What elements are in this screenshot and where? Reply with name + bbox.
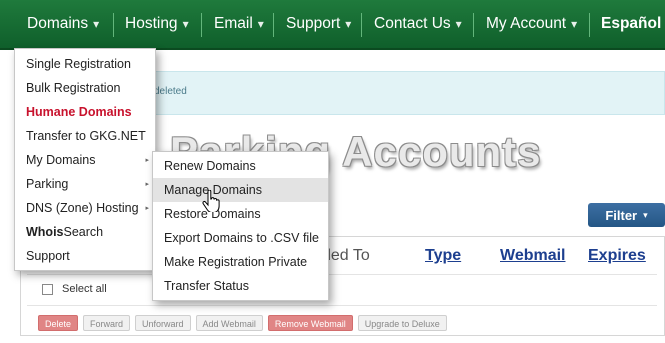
menu-item-label-rest: Search (63, 225, 104, 239)
forward-button[interactable]: Forward (83, 315, 131, 331)
select-all-row (27, 274, 657, 306)
unforward-button[interactable]: Unforward (135, 315, 191, 331)
domains-dropdown-menu: Single Registration Bulk Registration Hu… (14, 48, 156, 271)
nav-domains-label: Domains (27, 15, 89, 32)
nav-support[interactable]: Support ▾ (286, 0, 351, 48)
menu-item-parking[interactable]: Parking ▸ (15, 172, 155, 196)
top-navbar: Domains ▾ Hosting ▾ Email ▾ Support ▾ Co… (0, 0, 665, 50)
my-domains-submenu: Renew Domains Manage Domains Restore Dom… (152, 151, 329, 301)
menu-item-bulk-registration[interactable]: Bulk Registration (15, 76, 155, 100)
menu-item-label: Transfer to GKG.NET (26, 129, 146, 143)
menu-item-label: Single Registration (26, 57, 131, 71)
nav-hosting-label: Hosting (125, 15, 178, 32)
menu-item-my-domains[interactable]: My Domains ▸ (15, 148, 155, 172)
filter-label: Filter (605, 207, 638, 223)
submenu-item-label: Renew Domains (164, 159, 256, 173)
menu-item-single-registration[interactable]: Single Registration (15, 52, 155, 76)
menu-item-transfer-to-gkg[interactable]: Transfer to GKG.NET (15, 124, 155, 148)
chevron-down-icon: ▾ (93, 17, 100, 31)
menu-item-label: Parking (26, 177, 69, 191)
nav-my-account[interactable]: My Account ▾ (486, 0, 577, 48)
nav-support-label: Support (286, 15, 341, 32)
bulk-actions-bar: Delete Forward Unforward Add Webmail Rem… (38, 315, 447, 331)
nav-my-account-label: My Account (486, 15, 567, 32)
menu-item-dns-zone-hosting[interactable]: DNS (Zone) Hosting ▸ (15, 196, 155, 220)
menu-item-humane-domains[interactable]: Humane Domains (15, 100, 155, 124)
submenu-item-renew-domains[interactable]: Renew Domains (153, 154, 328, 178)
submenu-item-restore-domains[interactable]: Restore Domains (153, 202, 328, 226)
nav-divider (113, 13, 114, 37)
chevron-down-icon: ▾ (257, 17, 264, 31)
nav-email-label: Email (214, 15, 253, 32)
nav-espanol-label: Español (601, 15, 662, 32)
column-header-webmail[interactable]: Webmail (500, 247, 566, 265)
menu-item-label: DNS (Zone) Hosting (26, 201, 139, 215)
nav-divider (361, 13, 362, 37)
remove-webmail-button[interactable]: Remove Webmail (267, 315, 353, 331)
submenu-item-make-registration-private[interactable]: Make Registration Private (153, 250, 328, 274)
hand-pointer-icon (202, 190, 220, 212)
submenu-item-label: Export Domains to .CSV file (164, 231, 319, 245)
select-all-checkbox[interactable] (42, 284, 53, 295)
chevron-down-icon: ▾ (455, 17, 462, 31)
nav-contact-us[interactable]: Contact Us ▾ (374, 0, 462, 48)
chevron-down-icon: ▾ (345, 17, 352, 31)
nav-contact-us-label: Contact Us (374, 15, 451, 32)
chevron-right-icon: ▸ (145, 157, 149, 164)
nav-divider (473, 13, 474, 37)
nav-divider (201, 13, 202, 37)
nav-divider (589, 13, 590, 37)
chevron-down-icon: ▾ (182, 17, 189, 31)
column-header-forwarded-to[interactable]: ded To (322, 247, 370, 265)
menu-item-label: My Domains (26, 153, 96, 167)
nav-domains[interactable]: Domains ▾ (27, 0, 99, 48)
chevron-right-icon: ▸ (145, 181, 149, 188)
menu-item-label-bold: Whois (26, 225, 64, 239)
column-header-expires[interactable]: Expires (588, 247, 646, 265)
notice-text: deleted (154, 86, 187, 97)
nav-divider (273, 13, 274, 37)
nav-email[interactable]: Email ▾ (214, 0, 264, 48)
chevron-down-icon: ▾ (571, 17, 578, 31)
chevron-down-icon: ▾ (643, 209, 648, 220)
menu-item-label: Support (26, 249, 70, 263)
menu-item-label: Bulk Registration (26, 81, 121, 95)
submenu-item-export-domains-csv[interactable]: Export Domains to .CSV file (153, 226, 328, 250)
add-webmail-button[interactable]: Add Webmail (195, 315, 263, 331)
submenu-item-label: Make Registration Private (164, 255, 308, 269)
upgrade-to-deluxe-button[interactable]: Upgrade to Deluxe (357, 315, 447, 331)
delete-button[interactable]: Delete (38, 315, 79, 331)
filter-button[interactable]: Filter ▾ (588, 203, 665, 227)
menu-item-whois-search[interactable]: Whois Search (15, 220, 155, 244)
chevron-right-icon: ▸ (145, 205, 149, 212)
submenu-item-label: Transfer Status (164, 279, 249, 293)
menu-item-label: Humane Domains (26, 105, 132, 119)
nav-espanol[interactable]: Español (601, 0, 661, 48)
submenu-item-manage-domains[interactable]: Manage Domains (153, 178, 328, 202)
submenu-item-transfer-status[interactable]: Transfer Status (153, 274, 328, 298)
menu-item-support[interactable]: Support (15, 244, 155, 268)
column-header-type[interactable]: Type (425, 247, 461, 265)
select-all-label: Select all (62, 283, 107, 295)
nav-hosting[interactable]: Hosting ▾ (125, 0, 189, 48)
